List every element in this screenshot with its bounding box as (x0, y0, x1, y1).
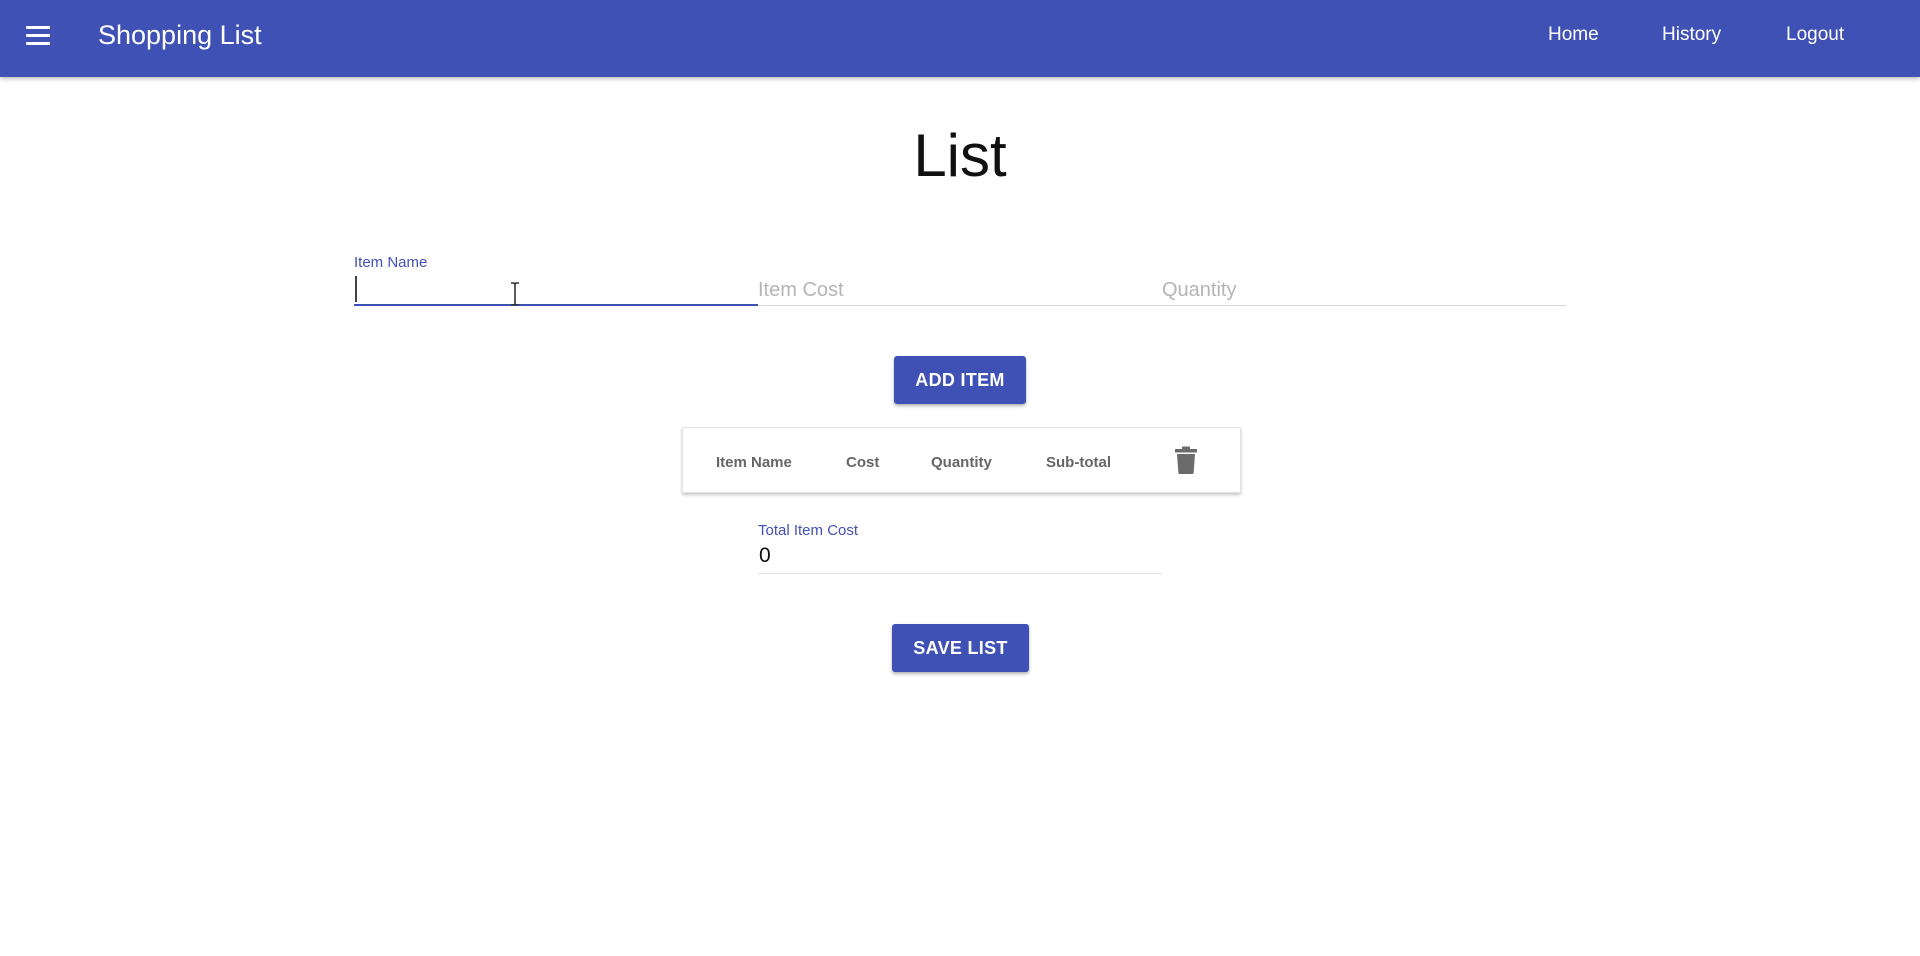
item-name-input[interactable] (354, 276, 758, 304)
column-header-cost: Cost (846, 454, 880, 471)
item-name-label: Item Name (354, 254, 428, 271)
app-title: Shopping List (98, 20, 262, 50)
ibeam-cursor-icon (511, 282, 519, 306)
nav-home-link[interactable]: Home (1548, 21, 1599, 49)
total-item-cost-field: Total Item Cost 0 (758, 518, 1162, 576)
total-item-cost-label: Total Item Cost (758, 522, 859, 539)
column-header-item-name: Item Name (716, 454, 792, 471)
add-item-button[interactable]: ADD ITEM (894, 356, 1026, 404)
column-header-sub-total: Sub-total (1046, 454, 1111, 471)
item-cost-input[interactable] (758, 276, 1162, 304)
page-title: List (913, 122, 1007, 189)
quantity-field[interactable] (1162, 250, 1566, 308)
trash-icon[interactable] (1175, 446, 1197, 474)
menu-icon[interactable] (24, 21, 54, 51)
app-toolbar: Shopping List Home History Logout (0, 0, 1920, 77)
item-cost-field[interactable] (758, 250, 1162, 308)
text-caret (355, 276, 357, 302)
item-name-field[interactable]: Item Name (354, 250, 758, 308)
column-header-quantity: Quantity (931, 454, 992, 471)
nav-logout-link[interactable]: Logout (1786, 21, 1844, 49)
total-item-cost-underline (758, 573, 1162, 574)
item-name-underline (354, 304, 758, 306)
nav-history-link[interactable]: History (1662, 21, 1721, 49)
total-item-cost-value: 0 (759, 544, 771, 567)
save-list-button[interactable]: SAVE LIST (892, 624, 1029, 672)
items-table: Item Name Cost Quantity Sub-total (682, 427, 1241, 493)
quantity-input[interactable] (1162, 276, 1566, 304)
item-cost-underline (758, 305, 1162, 306)
quantity-underline (1162, 305, 1566, 306)
